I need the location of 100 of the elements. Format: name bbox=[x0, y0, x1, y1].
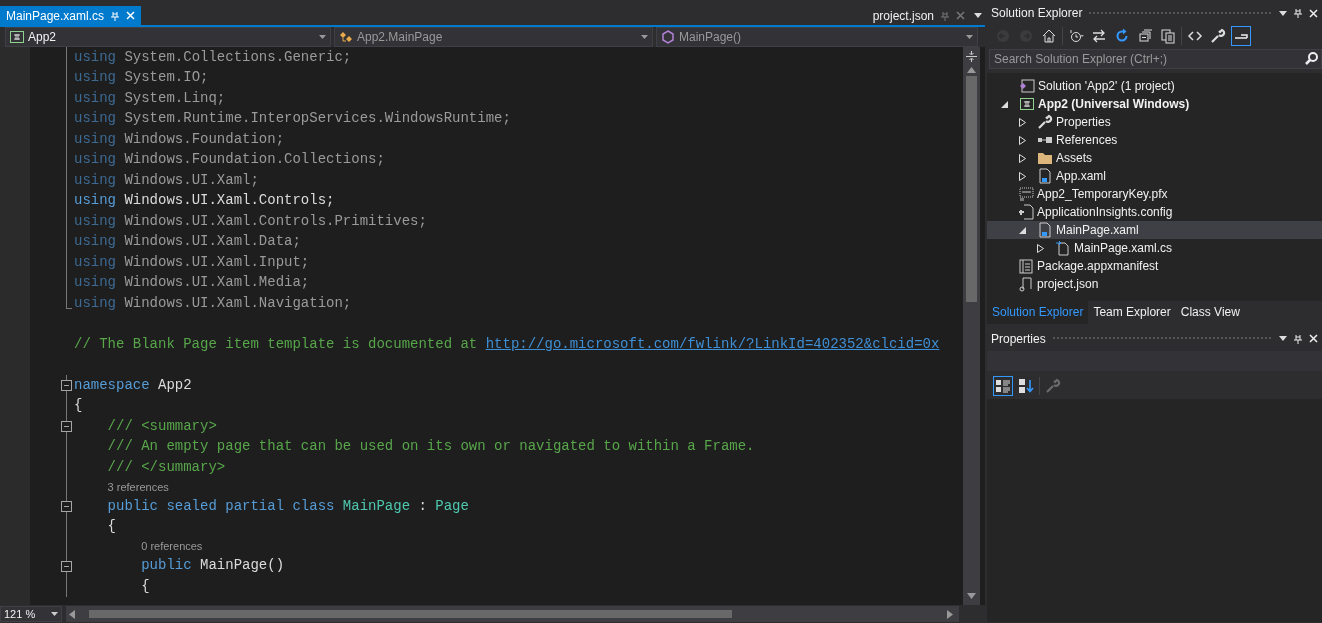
code-line: using System.Runtime.InteropServices.WindowsRuntime; bbox=[73, 109, 511, 129]
sync-arrows-icon bbox=[1091, 28, 1107, 44]
collapse-icon[interactable] bbox=[61, 421, 72, 432]
tree-item[interactable]: project.json bbox=[987, 275, 1322, 293]
toolbar-button[interactable] bbox=[993, 375, 1013, 396]
reference-count[interactable]: 3 references bbox=[107, 478, 169, 495]
code-line: /// </summary> bbox=[106, 457, 226, 477]
code-line: using Windows.UI.Xaml.Input; bbox=[73, 252, 310, 272]
code-line: using Windows.UI.Xaml; bbox=[73, 170, 259, 190]
refresh-icon bbox=[1114, 28, 1130, 44]
navigation-dropdown[interactable]: App2.MainPage bbox=[334, 27, 653, 47]
dropdown-arrow-icon[interactable] bbox=[1279, 10, 1287, 16]
tree-item[interactable]: References bbox=[987, 131, 1322, 149]
sort-icon bbox=[1018, 377, 1034, 394]
split-icon[interactable] bbox=[966, 51, 977, 62]
panel-title: Properties bbox=[991, 330, 1046, 348]
expanded-arrow-icon[interactable] bbox=[1019, 226, 1026, 234]
code-line: using System.Linq; bbox=[73, 88, 226, 108]
clock-icon bbox=[1068, 28, 1084, 44]
scroll-left-icon[interactable] bbox=[69, 609, 75, 619]
dropdown-arrow-icon bbox=[966, 35, 973, 39]
tree-item[interactable]: MainPage.xaml bbox=[987, 221, 1322, 239]
toolbar-button[interactable] bbox=[1231, 26, 1251, 46]
folder-icon bbox=[1037, 150, 1053, 166]
categorized-icon bbox=[995, 377, 1011, 394]
collapse-all-icon bbox=[1137, 28, 1153, 44]
tree-item[interactable]: ApplicationInsights.config bbox=[987, 203, 1322, 221]
code-line: using Windows.UI.Xaml.Data; bbox=[73, 232, 301, 252]
scroll-right-icon[interactable] bbox=[947, 609, 953, 619]
dropdown-arrow-icon[interactable] bbox=[1279, 336, 1287, 341]
panel-title: Solution Explorer bbox=[991, 5, 1083, 22]
scroll-up-icon[interactable] bbox=[967, 67, 976, 73]
dropdown-arrow-icon[interactable] bbox=[974, 13, 982, 18]
vertical-scrollbar[interactable] bbox=[963, 47, 980, 605]
wrench-icon bbox=[1210, 28, 1226, 44]
code-line: { bbox=[106, 517, 116, 537]
code-line: using Windows.UI.Xaml.Controls.Primitives; bbox=[73, 211, 427, 231]
tree-item[interactable]: Properties bbox=[987, 113, 1322, 131]
minus-icon bbox=[64, 506, 69, 507]
navigation-dropdown[interactable]: App2 bbox=[5, 27, 331, 47]
manifest-icon bbox=[1018, 258, 1034, 274]
tree-item[interactable]: App.xaml bbox=[987, 167, 1322, 185]
class-icon bbox=[339, 30, 353, 44]
certificate-icon bbox=[1018, 186, 1034, 202]
code-line: using Windows.Foundation; bbox=[73, 129, 285, 149]
link[interactable]: http://go.microsoft.com/fwlink/?LinkId=402352&clcid=0x bbox=[485, 335, 940, 352]
expanded-arrow-icon[interactable] bbox=[1001, 100, 1008, 108]
tree-item[interactable]: MainPage.xaml.cs bbox=[987, 239, 1322, 257]
dropdown-arrow-icon bbox=[51, 612, 58, 616]
home-icon bbox=[1041, 28, 1057, 44]
panel-tab[interactable]: Class View bbox=[1175, 299, 1245, 324]
navigation-dropdown[interactable]: MainPage() bbox=[656, 27, 978, 47]
pages-icon bbox=[1160, 28, 1176, 44]
search-icon[interactable] bbox=[1305, 52, 1318, 65]
config-file-icon bbox=[1018, 204, 1034, 220]
collapse-icon[interactable] bbox=[61, 380, 72, 391]
horizontal-scrollbar[interactable] bbox=[66, 606, 959, 622]
code-line: public MainPage() bbox=[140, 556, 285, 576]
code-line: /// An empty page that can be used on its own or navigated to within a Frame. bbox=[106, 437, 755, 457]
json-file-icon bbox=[1018, 276, 1034, 292]
dropdown-arrow-icon bbox=[641, 35, 648, 39]
dropdown-arrow-icon bbox=[319, 35, 326, 39]
code-line: using System.Collections.Generic; bbox=[73, 47, 352, 67]
code-line: { bbox=[73, 396, 83, 416]
wrench-icon bbox=[1045, 377, 1061, 394]
minus-icon bbox=[64, 385, 69, 386]
reference-count[interactable]: 0 references bbox=[141, 538, 203, 555]
solution-icon bbox=[1019, 78, 1035, 94]
scroll-thumb[interactable] bbox=[966, 76, 977, 302]
tree-item[interactable]: Solution 'App2' (1 project) bbox=[987, 77, 1322, 95]
method-icon bbox=[661, 30, 675, 44]
code-line: using System.IO; bbox=[73, 68, 209, 88]
code-line: // The Blank Page item template is documented at http://go.microsoft.com/fwlink/?LinkId=402352&clcid=0x bbox=[73, 334, 940, 354]
code-line: using Windows.UI.Xaml.Navigation; bbox=[73, 293, 352, 313]
collapsed-arrow-icon[interactable] bbox=[1037, 243, 1044, 253]
code-line: namespace App2 bbox=[73, 375, 192, 395]
search-field[interactable]: Search Solution Explorer (Ctrl+;) bbox=[989, 49, 1322, 69]
code-file-icon bbox=[1055, 240, 1071, 256]
panel-tab[interactable]: Team Explorer bbox=[1088, 299, 1176, 324]
scroll-thumb[interactable] bbox=[89, 610, 732, 618]
tree-item[interactable]: Assets bbox=[987, 149, 1322, 167]
toolbar-button[interactable] bbox=[1158, 26, 1178, 46]
collapse-icon[interactable] bbox=[61, 501, 72, 512]
tree-item[interactable]: Package.appxmanifest bbox=[987, 257, 1322, 275]
code-line: public sealed partial class MainPage : Page bbox=[106, 496, 469, 516]
wrench-icon bbox=[1037, 114, 1053, 130]
code-line: using Windows.Foundation.Collections; bbox=[73, 150, 385, 170]
panel-tab[interactable]: Solution Explorer bbox=[987, 299, 1089, 324]
zoom-dropdown[interactable]: 121 % bbox=[0, 606, 62, 622]
code-line: using Windows.UI.Xaml.Controls; bbox=[73, 191, 335, 211]
minus-icon bbox=[64, 426, 69, 427]
tree-item[interactable]: App2 (Universal Windows) bbox=[987, 95, 1322, 113]
scroll-down-icon[interactable] bbox=[967, 593, 976, 599]
code-line: { bbox=[140, 576, 150, 596]
minus-icon bbox=[64, 565, 69, 567]
xaml-file-icon bbox=[1037, 168, 1053, 184]
xaml-file-icon bbox=[1037, 222, 1053, 238]
tree-item[interactable]: App2_TemporaryKey.pfx bbox=[987, 185, 1322, 203]
code-line: using Windows.UI.Xaml.Media; bbox=[73, 273, 310, 293]
collapse-icon[interactable] bbox=[61, 560, 72, 572]
